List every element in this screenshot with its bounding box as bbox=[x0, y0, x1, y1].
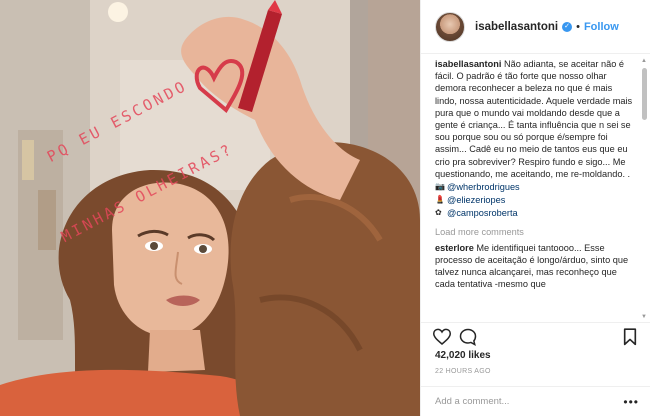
credit-row: 💄 @eliezeriopes bbox=[435, 194, 635, 206]
likes-count[interactable]: 42,020 likes bbox=[435, 350, 491, 361]
caption: isabellasantoni Não adianta, se aceitar … bbox=[435, 58, 635, 180]
more-options-icon[interactable]: ••• bbox=[623, 395, 639, 409]
sparkle-icon: ✿ bbox=[435, 208, 442, 218]
verified-badge-icon: ✓ bbox=[562, 21, 573, 32]
lipstick-icon: 💄 bbox=[435, 195, 445, 205]
follow-button[interactable]: Follow bbox=[584, 21, 619, 33]
instagram-post: PQ EU ESCONDO MINHAS OLHEIRAS? isabellas… bbox=[0, 0, 650, 416]
credit-row: 📷 @wherbrodrigues bbox=[435, 181, 635, 193]
caption-username[interactable]: isabellasantoni bbox=[435, 59, 501, 69]
comment-bubble-icon bbox=[459, 328, 477, 346]
header-separator: • bbox=[576, 20, 580, 33]
camera-icon: 📷 bbox=[435, 182, 445, 192]
post-header: isabellasantoni ✓ • Follow bbox=[421, 0, 650, 54]
scroll-down-icon[interactable]: ▼ bbox=[641, 314, 647, 320]
comment-input[interactable] bbox=[435, 396, 624, 407]
post-photo[interactable]: PQ EU ESCONDO MINHAS OLHEIRAS? bbox=[0, 0, 420, 416]
credit-row: ✿ @camposroberta bbox=[435, 207, 635, 219]
credit-link-makeup[interactable]: @eliezeriopes bbox=[447, 194, 505, 206]
scroll-up-icon[interactable]: ▲ bbox=[641, 58, 647, 64]
scrollbar-thumb[interactable] bbox=[642, 68, 647, 120]
like-button[interactable] bbox=[431, 326, 453, 348]
action-bar bbox=[421, 322, 650, 350]
bookmark-icon bbox=[623, 327, 637, 345]
comment-button[interactable] bbox=[457, 326, 479, 348]
credit-link-styling[interactable]: @camposroberta bbox=[447, 207, 518, 219]
comments-scrollbar[interactable]: ▲ ▼ bbox=[641, 58, 647, 320]
header-username[interactable]: isabellasantoni bbox=[475, 21, 558, 33]
post-side-panel: isabellasantoni ✓ • Follow isabellasanto… bbox=[420, 0, 650, 416]
comment: esterlore Me identifiquei tantoooo... Es… bbox=[435, 242, 635, 291]
add-comment-bar: ••• bbox=[421, 386, 650, 416]
avatar[interactable] bbox=[435, 11, 465, 42]
photo-illustration bbox=[0, 0, 420, 416]
caption-text: Não adianta, se aceitar não é fácil. O p… bbox=[435, 59, 633, 179]
load-more-comments-button[interactable]: Load more comments bbox=[435, 226, 635, 238]
post-timestamp[interactable]: 22 HOURS AGO bbox=[435, 368, 491, 375]
credit-link-photographer[interactable]: @wherbrodrigues bbox=[447, 181, 520, 193]
comment-username[interactable]: esterlore bbox=[435, 243, 474, 253]
save-button[interactable] bbox=[619, 326, 641, 348]
comments-section: isabellasantoni Não adianta, se aceitar … bbox=[435, 58, 635, 320]
heart-icon bbox=[433, 328, 451, 345]
